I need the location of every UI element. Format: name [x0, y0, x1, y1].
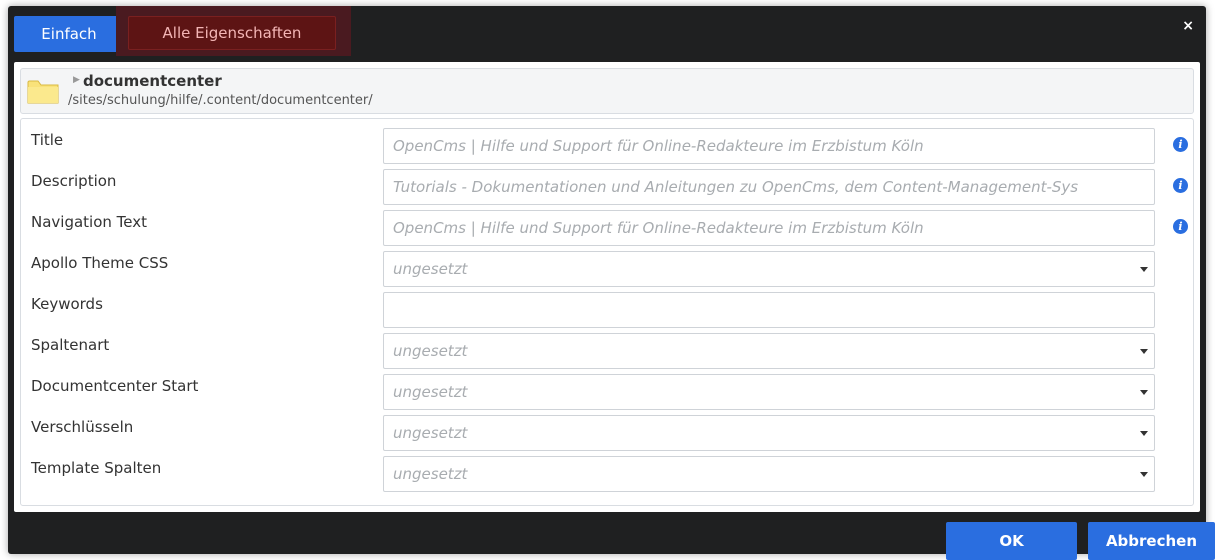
info-icon[interactable]: i — [1173, 178, 1188, 193]
resource-name: documentcenter — [83, 72, 222, 90]
property-label: Navigation Text — [31, 213, 148, 231]
property-input[interactable]: OpenCms | Hilfe und Support für Online-R… — [383, 210, 1155, 246]
property-label: Documentcenter Start — [31, 377, 199, 395]
property-row: Title OpenCms | Hilfe und Support für Onl… — [21, 125, 1193, 165]
chevron-down-icon[interactable] — [1140, 349, 1148, 354]
property-row: Keywords — [21, 289, 1193, 329]
property-row: Verschlüsseln ungesetzt — [21, 412, 1193, 452]
dialog-content: ▶ documentcenter /sites/schulung/hilfe/.… — [14, 62, 1200, 512]
property-label: Verschlüsseln — [31, 418, 134, 436]
property-row: Navigation Text OpenCms | Hilfe und Suppo… — [21, 207, 1193, 247]
property-select[interactable]: ungesetzt — [383, 456, 1155, 492]
property-label: Template Spalten — [31, 459, 162, 477]
folder-icon — [27, 80, 59, 104]
property-row: Description Tutorials - Dokumentationen u… — [21, 166, 1193, 206]
chevron-down-icon[interactable] — [1140, 390, 1148, 395]
property-row: Apollo Theme CSS ungesetzt — [21, 248, 1193, 288]
property-input[interactable]: Tutorials - Dokumentationen und Anleitun… — [383, 169, 1155, 205]
close-icon[interactable]: × — [1182, 18, 1194, 34]
tab-alle-eigenschaften[interactable]: Alle Eigenschaften — [128, 16, 336, 50]
tab-alle-eigenschaften-highlight[interactable]: Alle Eigenschaften — [116, 6, 351, 56]
property-select[interactable]: ungesetzt — [383, 333, 1155, 369]
resource-info: ▶ documentcenter /sites/schulung/hilfe/.… — [20, 68, 1194, 114]
chevron-down-icon[interactable] — [1140, 267, 1148, 272]
resource-path: /sites/schulung/hilfe/.content/documentc… — [68, 93, 373, 108]
cancel-button[interactable]: Abbrechen — [1088, 522, 1215, 560]
property-label: Title — [31, 131, 64, 149]
properties-dialog: Einfach Alle Eigenschaften × ▶ documentc… — [8, 6, 1215, 560]
chevron-down-icon[interactable] — [1140, 431, 1148, 436]
property-select[interactable]: ungesetzt — [383, 415, 1155, 451]
property-input[interactable] — [383, 292, 1155, 328]
property-input[interactable]: OpenCms | Hilfe und Support für Online-R… — [383, 128, 1155, 164]
property-list: Title OpenCms | Hilfe und Support für Onl… — [20, 118, 1194, 506]
property-select[interactable]: ungesetzt — [383, 374, 1155, 410]
property-row: Spaltenart ungesetzt — [21, 330, 1193, 370]
property-row: Template Spalten ungesetzt — [21, 453, 1193, 493]
chevron-down-icon[interactable] — [1140, 472, 1148, 477]
expand-arrow-icon[interactable]: ▶ — [73, 75, 80, 85]
info-icon[interactable]: i — [1173, 137, 1188, 152]
property-label: Apollo Theme CSS — [31, 254, 169, 272]
ok-button[interactable]: OK — [946, 522, 1077, 560]
property-label: Keywords — [31, 295, 103, 313]
property-label: Description — [31, 172, 117, 190]
property-row: Documentcenter Start ungesetzt — [21, 371, 1193, 411]
property-select[interactable]: ungesetzt — [383, 251, 1155, 287]
info-icon[interactable]: i — [1173, 219, 1188, 234]
property-label: Spaltenart — [31, 336, 110, 354]
tab-einfach[interactable]: Einfach — [14, 16, 124, 52]
